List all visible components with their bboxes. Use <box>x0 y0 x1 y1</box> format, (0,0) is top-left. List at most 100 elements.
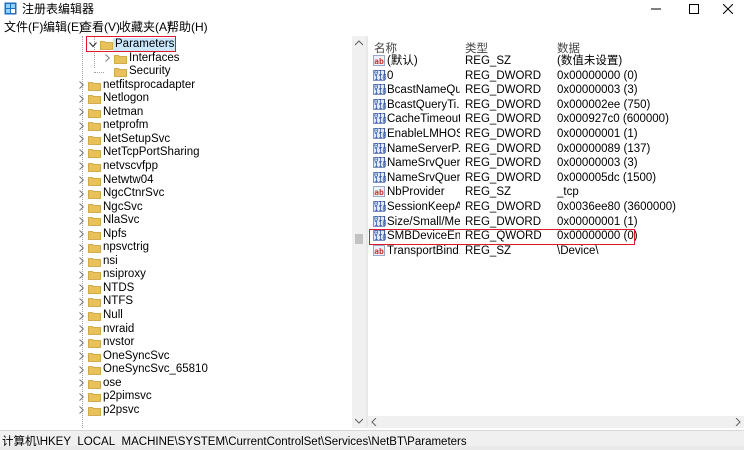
chevron-right-icon[interactable] <box>76 160 86 173</box>
chevron-right-icon[interactable] <box>76 201 86 214</box>
key-tree-pane[interactable]: Parameters Interfaces Security netfitsproca… <box>0 36 366 428</box>
chevron-right-icon[interactable] <box>76 268 86 281</box>
scroll-right-button[interactable] <box>732 416 744 428</box>
chevron-right-icon[interactable] <box>76 106 86 119</box>
value-name: EnableLMHOS... <box>387 128 460 140</box>
tree-item[interactable]: Npfs <box>0 228 350 241</box>
tree-item[interactable]: nsi <box>0 255 350 268</box>
tree-item[interactable]: netfitsprocadapter <box>0 79 350 92</box>
chevron-right-icon[interactable] <box>76 174 86 187</box>
tree-item[interactable]: NlaSvc <box>0 214 350 227</box>
chevron-right-icon[interactable] <box>76 133 86 146</box>
chevron-right-icon[interactable] <box>76 390 86 403</box>
tree-item-label: p2pimsvc <box>103 390 152 403</box>
value-name: NbProvider <box>387 186 445 199</box>
chevron-right-icon[interactable] <box>76 228 86 241</box>
chevron-right-icon[interactable] <box>76 282 86 295</box>
binary-value-icon: 011 110 <box>373 127 387 140</box>
value-row[interactable]: 011 110 0 REG_DWORD 0x00000000 (0) <box>368 69 744 83</box>
tree-item[interactable]: netprofm <box>0 119 350 132</box>
value-row[interactable]: 011110EnableLMHOS... REG_DWORD 0x00000001 … <box>368 127 744 141</box>
tree-item[interactable]: Netman <box>0 106 350 119</box>
menu-edit[interactable]: 编辑(E) <box>43 20 83 34</box>
tree-item[interactable]: Security <box>0 65 350 78</box>
chevron-right-icon[interactable] <box>76 214 86 227</box>
tree-item[interactable]: OneSyncSvc_65810 <box>0 363 350 376</box>
chevron-right-icon[interactable] <box>76 363 86 376</box>
chevron-right-icon[interactable] <box>76 241 86 254</box>
value-row[interactable]: 011110BcastNameQu... REG_DWORD 0x00000003 … <box>368 83 744 97</box>
scroll-left-button[interactable] <box>368 416 380 428</box>
tree-item[interactable]: ose <box>0 377 350 390</box>
tree-item[interactable]: Netlogon <box>0 92 350 105</box>
tree-item-label: netfitsprocadapter <box>103 78 196 91</box>
value-row[interactable]: 011110Size/Small/Me... REG_DWORD 0x0000000… <box>368 215 744 229</box>
chevron-right-icon[interactable] <box>76 119 86 132</box>
tree-item[interactable]: OneSyncSvc <box>0 350 350 363</box>
menu-favorites[interactable]: 收藏夹(A) <box>119 20 171 34</box>
values-pane[interactable]: 名称 类型 数据 ab (默认) REG_SZ (数值未设置) 011 110 0 REG_D… <box>368 36 744 428</box>
menu-bar: 文件(F) 编辑(E) 查看(V) 收藏夹(A) 帮助(H) <box>0 18 744 36</box>
tree-item[interactable]: nvstor <box>0 336 350 349</box>
chevron-down-icon <box>355 418 363 424</box>
chevron-right-icon[interactable] <box>102 52 112 65</box>
tree-item[interactable]: netvscvfpp <box>0 160 350 173</box>
value-row[interactable]: 011110SessionKeepAl... REG_DWORD 0x0036ee8… <box>368 200 744 214</box>
chevron-right-icon[interactable] <box>76 92 86 105</box>
tree-item[interactable]: NetSetupSvc <box>0 133 350 146</box>
tree-item[interactable]: Netwtw04 <box>0 174 350 187</box>
tree-item[interactable]: p2pimsvc <box>0 390 350 403</box>
chevron-right-icon[interactable] <box>76 309 86 322</box>
chevron-right-icon[interactable] <box>76 377 86 390</box>
tree-item[interactable]: p2psvc <box>0 404 350 417</box>
tree-item[interactable]: NetTcpPortSharing <box>0 146 350 159</box>
tree-item[interactable]: NgcCtnrSvc <box>0 187 350 200</box>
tree-scroll-thumb[interactable] <box>355 234 363 244</box>
chevron-right-icon[interactable] <box>76 146 86 159</box>
tree-item[interactable]: NgcSvc <box>0 201 350 214</box>
folder-icon <box>88 135 101 145</box>
menu-help[interactable]: 帮助(H) <box>167 20 208 34</box>
value-row[interactable]: abTransportBind... REG_SZ \Device\ <box>368 244 744 258</box>
tree-item[interactable]: NTDS <box>0 282 350 295</box>
scroll-down-button[interactable] <box>352 414 366 428</box>
chevron-right-icon[interactable] <box>76 404 86 417</box>
value-row[interactable]: 011 110 BcastQueryTi... REG_DWORD 0x000002ee… <box>368 98 744 112</box>
tree-item[interactable]: NTFS <box>0 295 350 308</box>
binary-value-icon: 011 110 <box>373 214 387 228</box>
tree-item-label: Netman <box>103 105 144 118</box>
minimize-button[interactable] <box>638 0 674 18</box>
chevron-right-icon[interactable] <box>76 350 86 363</box>
value-name: NameServerP... <box>387 142 460 155</box>
tree-item[interactable]: npsvctrig <box>0 241 350 254</box>
chevron-right-icon[interactable] <box>76 323 86 336</box>
tree-item[interactable]: Null <box>0 309 350 322</box>
chevron-right-icon[interactable] <box>76 79 86 92</box>
chevron-right-icon[interactable] <box>76 255 86 268</box>
tree-item[interactable]: nsiproxy <box>0 268 350 281</box>
value-row[interactable]: 011 110 NameServerP... REG_DWORD 0x00000089 … <box>368 142 744 156</box>
maximize-button[interactable] <box>676 0 712 18</box>
tree-item-label: Interfaces <box>129 51 180 64</box>
close-button[interactable] <box>710 0 744 18</box>
value-row[interactable]: 011 110 CacheTimeout REG_DWORD 0x000927c0 (6… <box>368 112 744 126</box>
chevron-right-icon[interactable] <box>76 187 86 200</box>
window-bottom-edge <box>0 446 744 450</box>
title-bar: 注册表编辑器 <box>0 0 744 18</box>
value-row[interactable]: 011110NameSrvQuer... REG_DWORD 0x00000003 … <box>368 156 744 170</box>
chevron-right-icon[interactable] <box>76 336 86 349</box>
tree-item[interactable]: Interfaces <box>0 52 350 65</box>
chevron-right-icon[interactable] <box>76 295 86 308</box>
value-row[interactable]: ab (默认) REG_SZ (数值未设置) <box>368 54 744 68</box>
string-value-icon: ab <box>373 186 385 198</box>
menu-file[interactable]: 文件(F) <box>4 20 43 34</box>
menu-view[interactable]: 查看(V) <box>80 20 120 34</box>
value-data: \Device\ <box>557 244 599 257</box>
tree-item[interactable]: nvraid <box>0 323 350 336</box>
tree-vertical-scrollbar[interactable] <box>352 36 366 428</box>
value-type: REG_DWORD <box>465 142 542 155</box>
scroll-up-button[interactable] <box>352 36 366 50</box>
values-horizontal-scrollbar[interactable] <box>368 416 744 428</box>
value-row[interactable]: 011110NameSrvQuer... REG_DWORD 0x000005dc … <box>368 171 744 185</box>
value-row[interactable]: ab NbProvider REG_SZ _tcp <box>368 185 744 199</box>
